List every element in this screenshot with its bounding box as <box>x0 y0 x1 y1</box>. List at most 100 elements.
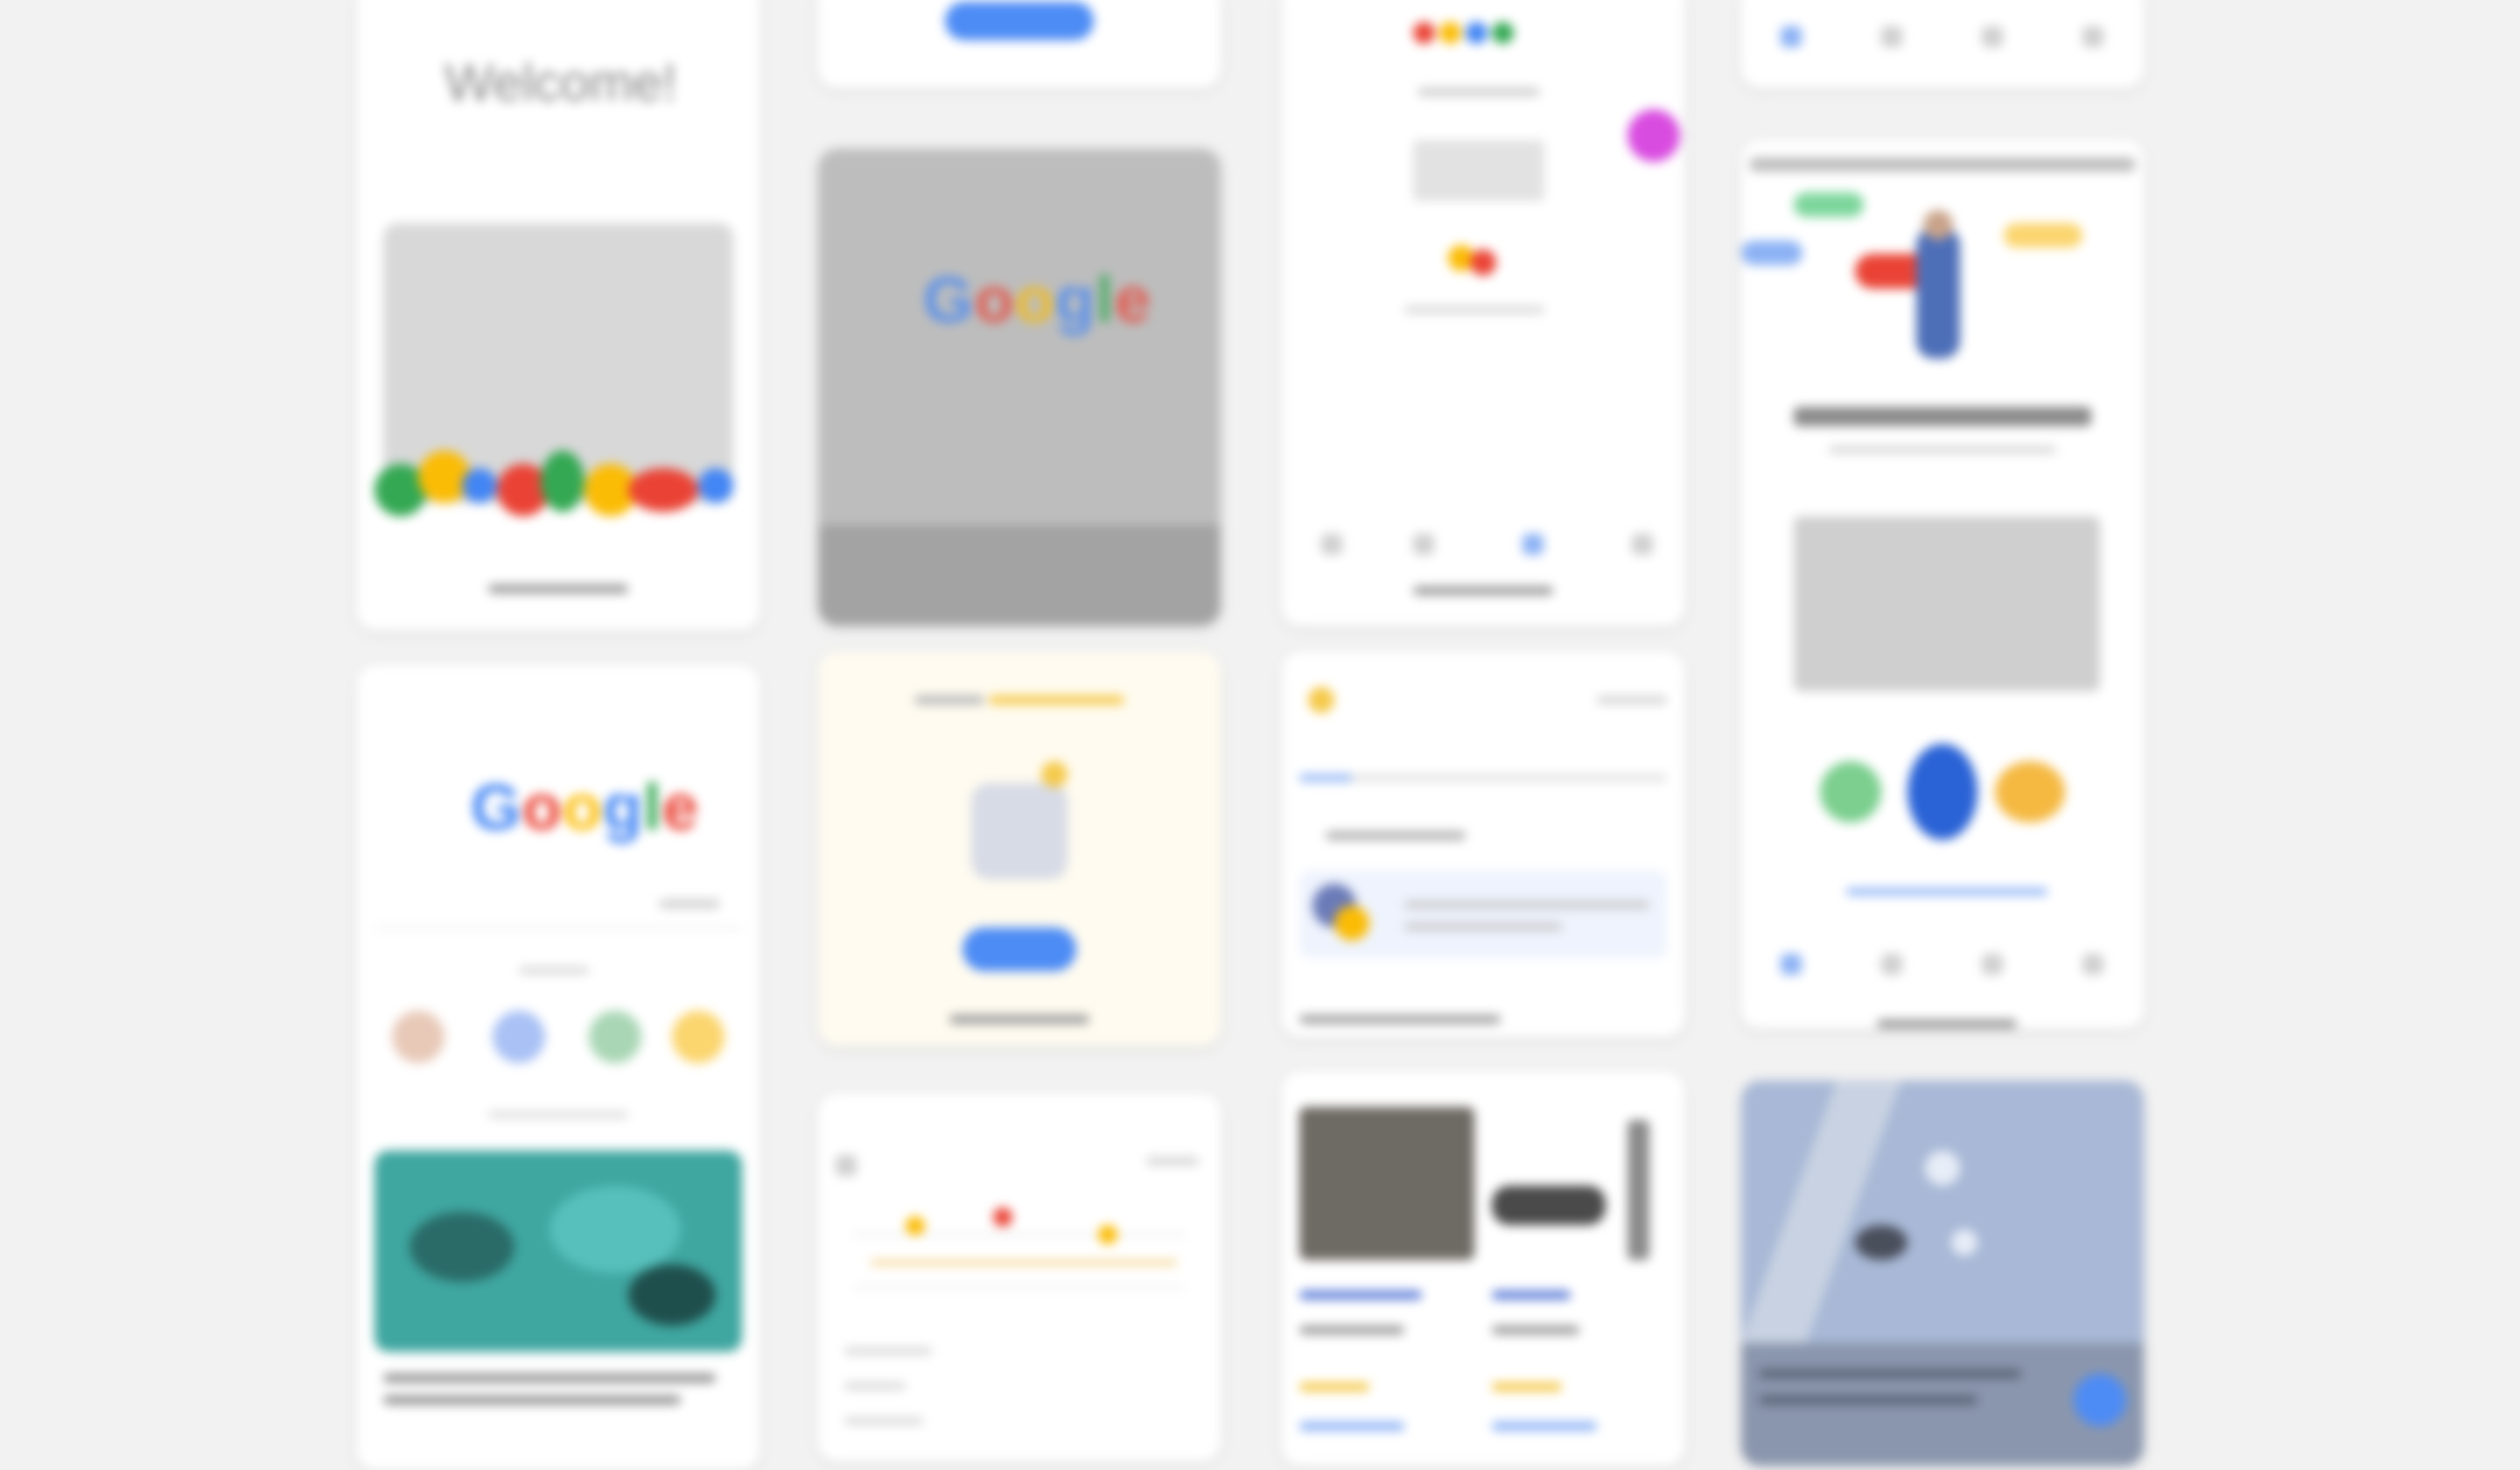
tip-banner[interactable] <box>1299 871 1667 958</box>
product-link[interactable] <box>1299 1422 1404 1431</box>
shortcut-icon[interactable] <box>493 1011 545 1063</box>
caption-line <box>1413 586 1553 595</box>
profile-link[interactable] <box>1846 888 2048 895</box>
brand-dot <box>1470 249 1496 276</box>
search-icon[interactable] <box>1881 954 1902 975</box>
price-chart-card[interactable] <box>818 1094 1221 1461</box>
bell-icon[interactable] <box>1982 26 2003 47</box>
app-icon <box>1308 687 1334 713</box>
promo-spark <box>1041 761 1068 788</box>
map-info-line <box>1759 1369 2021 1378</box>
google-logo: Google <box>471 770 699 844</box>
welcome-card[interactable]: Welcome! <box>357 0 760 630</box>
list-line <box>844 1382 906 1390</box>
search-icon[interactable] <box>1413 534 1434 555</box>
product-link[interactable] <box>1492 1422 1597 1431</box>
discover-card[interactable] <box>1282 652 1684 1037</box>
profile-name <box>1794 407 2091 426</box>
profile-card[interactable] <box>1741 140 2144 1028</box>
tip-icon <box>1334 906 1369 941</box>
badge-icon <box>1820 761 1881 822</box>
logo-letter: o <box>522 771 563 844</box>
section-title <box>1326 831 1466 840</box>
product-price <box>1492 1326 1579 1334</box>
google-logo: Google <box>923 262 1152 337</box>
brand-dot <box>628 468 698 512</box>
brand-dot <box>1466 22 1488 44</box>
heading-line <box>914 696 984 704</box>
shortcut-icon[interactable] <box>589 1011 641 1063</box>
shortcut-icon[interactable] <box>392 1011 444 1063</box>
menu-icon[interactable] <box>1632 534 1653 555</box>
caption-line <box>488 584 628 593</box>
bell-icon[interactable] <box>1522 534 1544 555</box>
map-marker[interactable] <box>1855 1225 1908 1260</box>
tip-line <box>1404 901 1649 908</box>
profile-description <box>1794 516 2100 691</box>
offer-card[interactable] <box>818 652 1221 1046</box>
shopping-card[interactable] <box>1282 1072 1684 1466</box>
product-title <box>1492 1291 1571 1299</box>
primary-button[interactable] <box>945 2 1094 40</box>
rating-bar <box>1492 1382 1562 1391</box>
heading-highlight <box>989 696 1124 704</box>
menu-icon[interactable] <box>2082 26 2104 47</box>
image-blob <box>410 1212 514 1282</box>
blurred-gallery: Welcome! Google Google <box>0 0 2520 1470</box>
home-icon[interactable] <box>1321 534 1342 555</box>
rating-bar <box>1299 1382 1369 1391</box>
active-tab[interactable] <box>1299 774 1352 781</box>
logo-letter: e <box>662 771 699 844</box>
product-image[interactable] <box>1299 1107 1474 1260</box>
shortcut-icon[interactable] <box>672 1011 724 1063</box>
back-icon[interactable] <box>836 1155 857 1176</box>
caption-line <box>1877 1019 2017 1028</box>
cta-button[interactable] <box>962 928 1076 971</box>
chart-point <box>993 1208 1012 1227</box>
home-icon[interactable] <box>1781 954 1802 975</box>
menu-icon[interactable] <box>2082 954 2104 975</box>
brand-dot <box>418 451 471 503</box>
account-chip[interactable] <box>1597 696 1667 704</box>
search-icon[interactable] <box>1881 26 1902 47</box>
chart-gridline <box>853 1234 1186 1236</box>
list-line <box>844 1348 932 1354</box>
news-image[interactable] <box>374 1151 742 1352</box>
map-fab[interactable] <box>2074 1374 2126 1426</box>
sticker-chip <box>1741 241 1802 265</box>
section-label <box>488 1111 628 1118</box>
text-line <box>1418 88 1540 96</box>
assistant-card[interactable] <box>1282 0 1684 626</box>
map-marker[interactable] <box>1951 1229 1978 1256</box>
tab-bar[interactable] <box>1299 774 1667 781</box>
map-card[interactable] <box>1741 1081 2144 1466</box>
home-icon[interactable] <box>1781 26 1802 47</box>
signin-card[interactable] <box>818 0 1221 88</box>
person-head <box>1923 210 1953 240</box>
logo-letter: g <box>602 771 644 844</box>
list-line <box>844 1418 923 1424</box>
google-home-card[interactable]: Google <box>357 665 760 1470</box>
google-splash-card[interactable]: Google <box>818 149 1221 626</box>
chart-gridline <box>853 1286 1186 1288</box>
logo-letter: g <box>1054 263 1096 336</box>
product-image[interactable] <box>1492 1186 1606 1225</box>
sticker-chip <box>1794 192 1864 217</box>
chart-line <box>871 1260 1177 1265</box>
headline-line <box>383 1374 716 1382</box>
header-bar <box>1750 158 2135 172</box>
map-marker[interactable] <box>1925 1151 1960 1186</box>
filter-chip[interactable] <box>1146 1157 1199 1166</box>
logo-letter: G <box>923 263 975 336</box>
logo-letter: e <box>1114 263 1152 336</box>
product-image[interactable] <box>1628 1120 1649 1260</box>
map-info-panel[interactable] <box>1741 1343 2144 1466</box>
info-block <box>1413 140 1544 201</box>
text-line <box>1404 306 1544 313</box>
brand-dot <box>462 468 497 503</box>
badge-icon <box>1908 744 1978 840</box>
assistant-bubble[interactable] <box>1628 109 1680 162</box>
brand-dot <box>1413 22 1435 44</box>
bell-icon[interactable] <box>1982 954 2003 975</box>
nav-card[interactable] <box>1741 0 2144 88</box>
